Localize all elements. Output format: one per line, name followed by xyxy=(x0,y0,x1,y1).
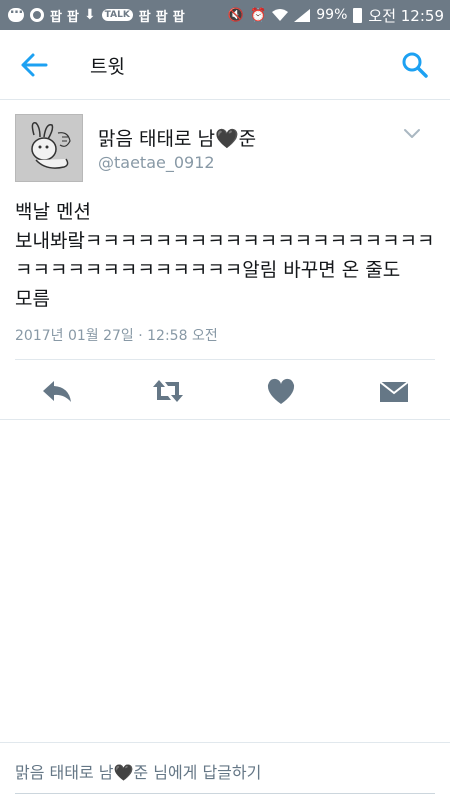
tweet-menu-button[interactable] xyxy=(402,126,422,140)
username[interactable]: @taetae_0912 xyxy=(98,153,215,172)
app-bar: 트윗 xyxy=(0,30,450,100)
search-button[interactable] xyxy=(400,50,430,80)
download-icon: ⬇ xyxy=(83,7,96,23)
app-notification-chip: 팝 xyxy=(66,9,79,25)
envelope-icon xyxy=(379,381,409,402)
status-bar: 팝 팝 ⬇ TALK 팝 팝 팝 🔇 ⏰ 99% 오전 12:59 xyxy=(0,0,450,30)
messages-icon xyxy=(8,2,24,22)
divider xyxy=(0,419,450,420)
avatar[interactable] xyxy=(15,114,83,182)
app-notification-chip: 팝 xyxy=(138,9,151,25)
heart-icon xyxy=(267,378,295,404)
tweet-text-line: ㅋㅋㅋㅋㅋㅋㅋㅋㅋㅋㅋㅋㅋ알림 바꾸면 온 줄도 xyxy=(15,259,401,281)
retweet-icon xyxy=(153,380,183,402)
tweet-timestamp: 2017년 01월 27일 · 12:58 오전 xyxy=(15,328,218,344)
page-title: 트윗 xyxy=(90,56,125,78)
battery-percent: 99% xyxy=(316,7,348,23)
alarm-icon: ⏰ xyxy=(250,7,267,23)
reply-input[interactable]: 맑음 태태로 남🖤준 님에게 답글하기 xyxy=(15,759,261,783)
status-bar-right: 🔇 ⏰ 99% 오전 12:59 xyxy=(228,5,444,26)
reply-bar: 맑음 태태로 남🖤준 님에게 답글하기 xyxy=(0,742,450,800)
arrow-left-icon xyxy=(21,53,48,77)
tweet-text-line: 백날 멘션 xyxy=(15,201,91,223)
status-bar-left: 팝 팝 ⬇ TALK 팝 팝 팝 xyxy=(8,2,185,25)
app-notification-chip: 팝 xyxy=(50,9,62,25)
talk-icon: TALK xyxy=(101,9,133,21)
signal-icon xyxy=(294,8,311,22)
tweet-text: 백날 멘션 보내봐랔ㅋㅋㅋㅋㅋㅋㅋㅋㅋㅋㅋㅋㅋㅋㅋㅋㅋㅋㅋㅋ ㅋㅋㅋㅋㅋㅋㅋㅋㅋ… xyxy=(15,198,440,314)
tweet-actions xyxy=(0,370,450,412)
display-name[interactable]: 맑음 태태로 남🖤준 xyxy=(98,124,256,151)
reply-input-underline xyxy=(15,793,435,794)
retweet-button[interactable] xyxy=(151,374,185,408)
clock: 오전 12:59 xyxy=(368,6,444,25)
rabbit-drawing-avatar-image xyxy=(16,115,82,181)
direct-message-button[interactable] xyxy=(377,374,411,408)
notification-ring-icon xyxy=(30,8,44,22)
back-button[interactable] xyxy=(20,52,50,78)
reply-button[interactable] xyxy=(40,374,74,408)
tweet-text-line: 보내봐랔ㅋㅋㅋㅋㅋㅋㅋㅋㅋㅋㅋㅋㅋㅋㅋㅋㅋㅋㅋㅋ xyxy=(15,230,435,252)
mute-icon: 🔇 xyxy=(227,7,245,23)
divider xyxy=(15,359,435,360)
app-notification-chip: 팝 xyxy=(155,9,168,25)
app-notification-chip: 팝 xyxy=(172,9,185,25)
like-button[interactable] xyxy=(264,374,298,408)
reply-icon xyxy=(43,381,71,402)
tweet-text-line: 모름 xyxy=(15,288,50,310)
chevron-down-icon xyxy=(404,129,420,138)
battery-icon xyxy=(353,7,363,23)
wifi-icon xyxy=(272,8,289,21)
search-icon xyxy=(402,52,428,78)
